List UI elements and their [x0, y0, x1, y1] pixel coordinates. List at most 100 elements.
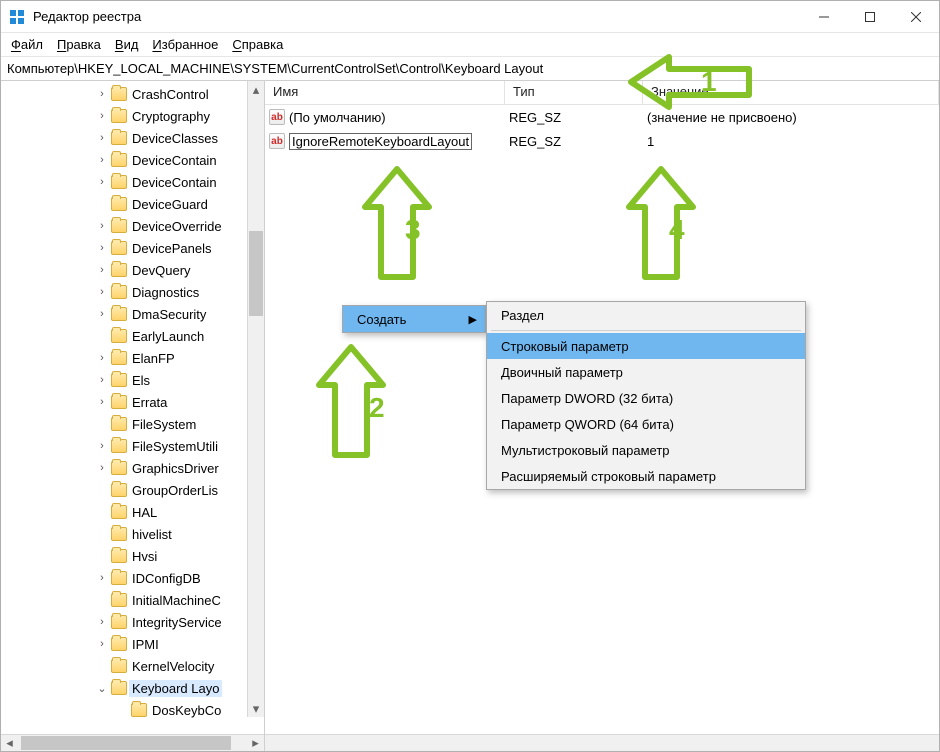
- ctx-separator: [491, 330, 801, 331]
- tree-item[interactable]: HAL: [1, 501, 247, 523]
- maximize-button[interactable]: [847, 1, 893, 33]
- tree-item-label: DeviceClasses: [129, 130, 221, 147]
- folder-icon: [111, 131, 127, 145]
- ctx-item-section[interactable]: Раздел: [487, 302, 805, 328]
- ctx-item-multi[interactable]: Мультистроковый параметр: [487, 437, 805, 463]
- tree-item[interactable]: EarlyLaunch: [1, 325, 247, 347]
- tree-item[interactable]: ›FileSystemUtili: [1, 435, 247, 457]
- value-name-editing[interactable]: IgnoreRemoteKeyboardLayout: [289, 133, 472, 150]
- col-header-type[interactable]: Тип: [505, 81, 643, 104]
- chevron-right-icon[interactable]: ›: [95, 110, 109, 122]
- tree-item[interactable]: DeviceGuard: [1, 193, 247, 215]
- menu-edit[interactable]: Правка: [51, 35, 107, 54]
- tree-item[interactable]: ›DeviceContain: [1, 171, 247, 193]
- chevron-right-icon[interactable]: ›: [95, 88, 109, 100]
- ctx-item-dword[interactable]: Параметр DWORD (32 бита): [487, 385, 805, 411]
- chevron-right-icon[interactable]: ›: [95, 616, 109, 628]
- ctx-item-expand[interactable]: Расширяемый строковый параметр: [487, 463, 805, 489]
- menu-favorites[interactable]: Избранное: [146, 35, 224, 54]
- tree-item[interactable]: ›Cryptography: [1, 105, 247, 127]
- menu-file[interactable]: Файл: [5, 35, 49, 54]
- chevron-right-icon[interactable]: ›: [95, 176, 109, 188]
- addressbar-path[interactable]: Компьютер\HKEY_LOCAL_MACHINE\SYSTEM\Curr…: [7, 61, 933, 76]
- tree-vscrollbar[interactable]: ▴ ▾: [247, 81, 264, 717]
- col-header-value[interactable]: Значение: [643, 81, 939, 104]
- list-hscrollbar[interactable]: [265, 734, 939, 751]
- tree-hscrollbar[interactable]: ◂ ▸: [1, 734, 264, 751]
- chevron-right-icon[interactable]: ›: [95, 572, 109, 584]
- tree-item[interactable]: ›DeviceContain: [1, 149, 247, 171]
- chevron-right-icon[interactable]: ›: [95, 286, 109, 298]
- tree-item[interactable]: InitialMachineC: [1, 589, 247, 611]
- chevron-right-icon[interactable]: ›: [95, 374, 109, 386]
- tree-item[interactable]: ›DevQuery: [1, 259, 247, 281]
- folder-icon: [111, 175, 127, 189]
- menu-help[interactable]: Справка: [226, 35, 289, 54]
- chevron-right-icon[interactable]: ›: [95, 638, 109, 650]
- ctx-item-string[interactable]: Строковый параметр: [487, 333, 805, 359]
- tree-item[interactable]: ›IPMI: [1, 633, 247, 655]
- tree-scroll[interactable]: ›CrashControl›Cryptography›DeviceClasses…: [1, 81, 264, 734]
- chevron-right-icon[interactable]: ›: [95, 220, 109, 232]
- tree-item[interactable]: ›Errata: [1, 391, 247, 413]
- tree-item[interactable]: DosKeybCo: [1, 699, 247, 721]
- folder-icon: [111, 637, 127, 651]
- chevron-right-icon[interactable]: ›: [95, 264, 109, 276]
- scroll-right-icon[interactable]: ▸: [247, 735, 264, 751]
- tree-item[interactable]: Hvsi: [1, 545, 247, 567]
- folder-icon: [111, 373, 127, 387]
- value-data: 1: [647, 134, 935, 149]
- context-menu[interactable]: Создать ▶: [342, 305, 486, 333]
- tree-item[interactable]: ›DmaSecurity: [1, 303, 247, 325]
- folder-icon: [111, 483, 127, 497]
- scroll-down-icon[interactable]: ▾: [248, 700, 264, 717]
- scroll-up-icon[interactable]: ▴: [248, 81, 264, 98]
- col-header-name[interactable]: Имя: [265, 81, 505, 104]
- app-icon: [9, 9, 25, 25]
- tree-item[interactable]: › DeviceClasses: [1, 127, 247, 149]
- tree-vscroll-thumb[interactable]: [249, 231, 263, 316]
- tree-item[interactable]: ›DeviceOverride: [1, 215, 247, 237]
- tree-item-label: Keyboard Layo: [129, 680, 222, 697]
- tree-item[interactable]: ›Diagnostics: [1, 281, 247, 303]
- context-submenu[interactable]: Раздел Строковый параметр Двоичный парам…: [486, 301, 806, 490]
- tree-item[interactable]: › Els: [1, 369, 247, 391]
- tree-item[interactable]: ›IDConfigDB: [1, 567, 247, 589]
- chevron-right-icon[interactable]: ›: [95, 352, 109, 364]
- chevron-right-icon[interactable]: ›: [95, 154, 109, 166]
- ctx-label: Расширяемый строковый параметр: [501, 469, 716, 484]
- minimize-button[interactable]: [801, 1, 847, 33]
- tree-item[interactable]: ⌄ Keyboard Layo: [1, 677, 247, 699]
- chevron-right-icon[interactable]: ›: [95, 396, 109, 408]
- tree-item[interactable]: KernelVelocity: [1, 655, 247, 677]
- chevron-down-icon[interactable]: ⌄: [95, 682, 109, 695]
- tree-item[interactable]: ›GraphicsDriver: [1, 457, 247, 479]
- tree-item[interactable]: GroupOrderLis: [1, 479, 247, 501]
- folder-icon: [111, 241, 127, 255]
- folder-icon: [111, 615, 127, 629]
- tree-item-label: IntegrityService: [129, 614, 225, 631]
- chevron-right-icon[interactable]: ›: [95, 242, 109, 254]
- list-row-new[interactable]: ab IgnoreRemoteKeyboardLayout REG_SZ 1: [265, 129, 939, 153]
- chevron-right-icon[interactable]: ›: [95, 308, 109, 320]
- tree-item-label: Els: [129, 372, 153, 389]
- chevron-right-icon[interactable]: ›: [95, 440, 109, 452]
- chevron-right-icon[interactable]: ›: [95, 132, 109, 144]
- ctx-item-binary[interactable]: Двоичный параметр: [487, 359, 805, 385]
- tree-item[interactable]: › IntegrityService: [1, 611, 247, 633]
- addressbar[interactable]: Компьютер\HKEY_LOCAL_MACHINE\SYSTEM\Curr…: [1, 57, 939, 81]
- tree-item[interactable]: ›ElanFP: [1, 347, 247, 369]
- ctx-label: Параметр QWORD (64 бита): [501, 417, 674, 432]
- menu-view[interactable]: Вид: [109, 35, 145, 54]
- tree-item[interactable]: ›CrashControl: [1, 83, 247, 105]
- scroll-left-icon[interactable]: ◂: [1, 735, 18, 751]
- close-button[interactable]: [893, 1, 939, 33]
- chevron-right-icon[interactable]: ›: [95, 462, 109, 474]
- ctx-item-qword[interactable]: Параметр QWORD (64 бита): [487, 411, 805, 437]
- tree-item[interactable]: hivelist: [1, 523, 247, 545]
- list-row-default[interactable]: ab (По умолчанию) REG_SZ (значение не пр…: [265, 105, 939, 129]
- tree-item[interactable]: FileSystem: [1, 413, 247, 435]
- tree-hscroll-thumb[interactable]: [21, 736, 231, 750]
- ctx-item-create[interactable]: Создать ▶: [343, 306, 485, 332]
- tree-item[interactable]: ›DevicePanels: [1, 237, 247, 259]
